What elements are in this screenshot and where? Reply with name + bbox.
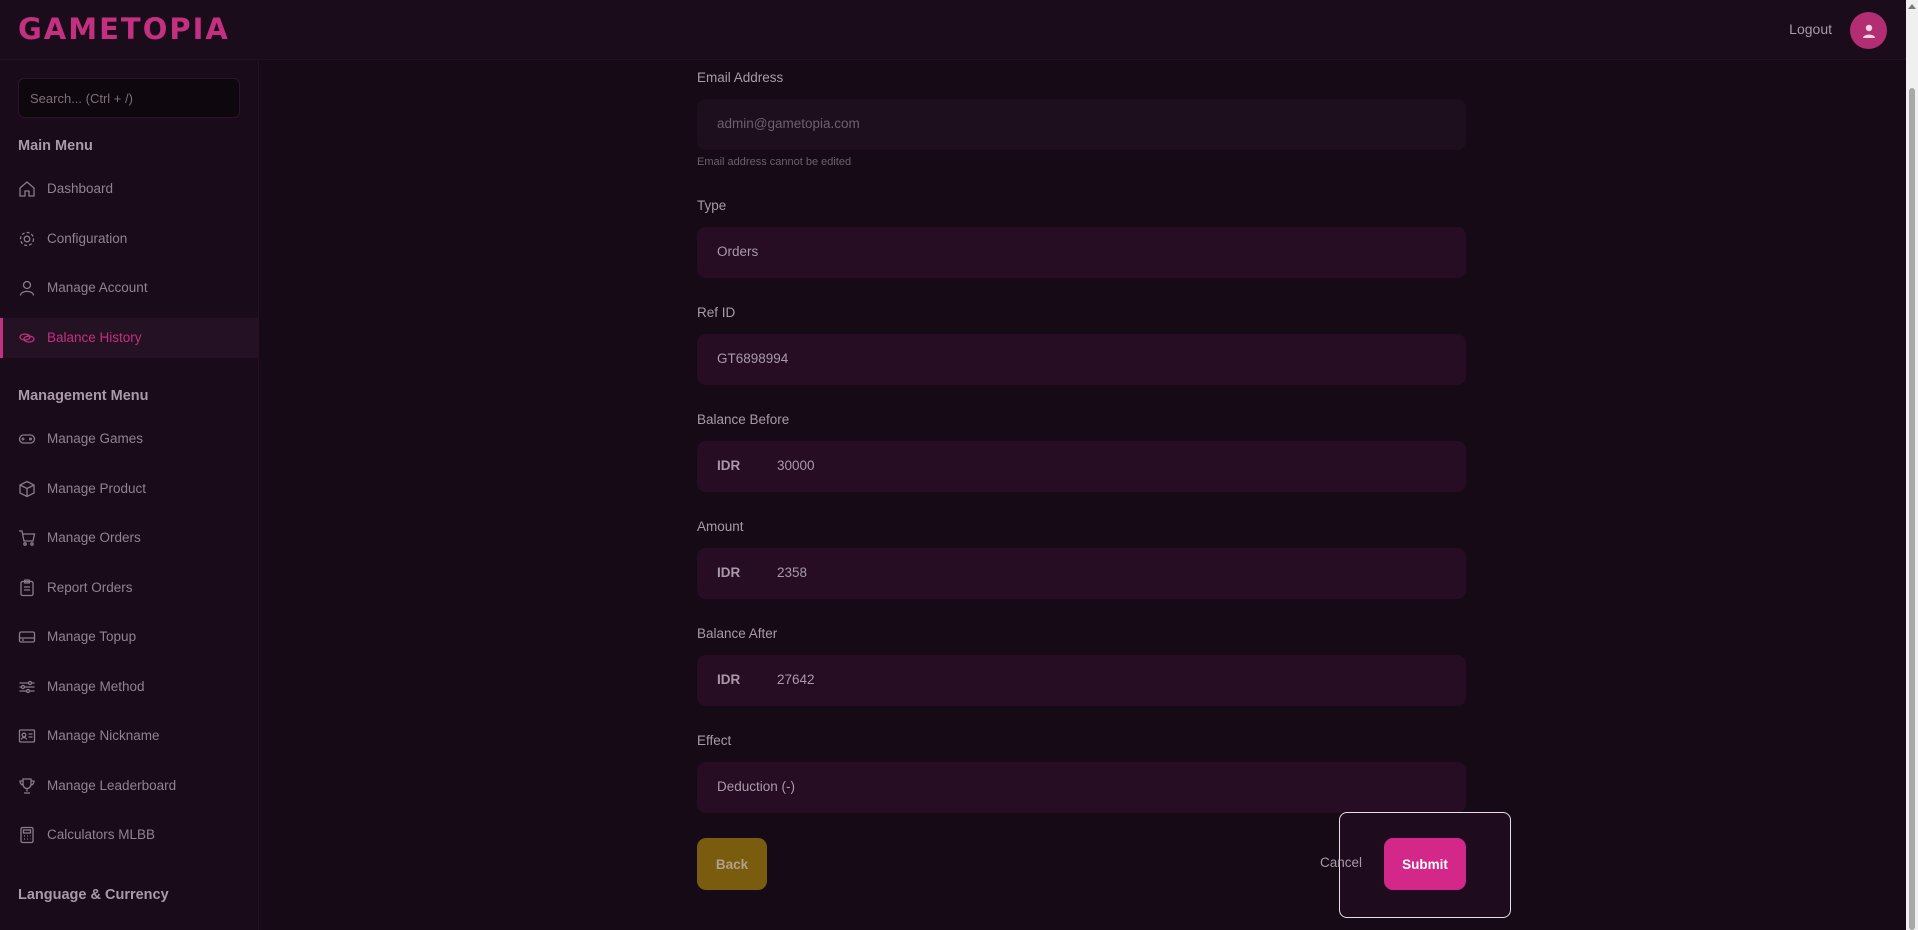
sidebar-item-label: Manage Topup bbox=[47, 629, 137, 644]
gamepad-icon bbox=[18, 430, 36, 448]
currency-prefix: IDR bbox=[717, 565, 741, 580]
amount-label: Amount bbox=[697, 519, 744, 534]
sidebar-item-label: Manage Games bbox=[47, 431, 144, 446]
trophy-icon bbox=[18, 777, 36, 795]
main-menu-title: Main Menu bbox=[18, 138, 93, 154]
sidebar-item-manage-topup[interactable]: Manage Topup bbox=[0, 617, 258, 657]
sidebar-item-manage-orders[interactable]: Manage Orders bbox=[0, 518, 258, 558]
calculator-icon bbox=[18, 826, 36, 844]
ref-id-value: GT6898994 bbox=[717, 351, 789, 366]
sidebar-item-label: Manage Orders bbox=[47, 530, 141, 545]
email-hint: Email address cannot be edited bbox=[697, 156, 852, 168]
sidebar-item-manage-games[interactable]: Manage Games bbox=[0, 419, 258, 459]
id-card-icon bbox=[18, 727, 36, 745]
card-icon bbox=[18, 628, 36, 646]
sidebar-item-manage-nickname[interactable]: Manage Nickname bbox=[0, 716, 258, 756]
sidebar-item-label: Manage Product bbox=[47, 481, 147, 496]
sidebar-item-label: Manage Leaderboard bbox=[47, 778, 177, 793]
sidebar-item-label: Dashboard bbox=[47, 181, 114, 196]
sidebar-item-dashboard[interactable]: Dashboard bbox=[0, 169, 258, 209]
language-currency-title: Language & Currency bbox=[18, 887, 169, 903]
balance-after-label: Balance After bbox=[697, 626, 778, 641]
page-scrollbar[interactable] bbox=[1906, 0, 1918, 930]
sidebar-item-label: Balance History bbox=[47, 330, 142, 345]
sidebar: Main Menu Dashboard Configuration Manage… bbox=[0, 60, 259, 930]
sidebar-item-configuration[interactable]: Configuration bbox=[0, 219, 258, 259]
sidebar-item-report-orders[interactable]: Report Orders bbox=[0, 568, 258, 608]
sidebar-item-manage-method[interactable]: Manage Method bbox=[0, 667, 258, 707]
sidebar-item-calculators-mlbb[interactable]: Calculators MLBB bbox=[0, 815, 258, 855]
currency-prefix: IDR bbox=[717, 672, 741, 687]
logout-link[interactable]: Logout bbox=[1789, 21, 1832, 37]
box-icon bbox=[18, 480, 36, 498]
coins-icon bbox=[18, 329, 36, 347]
balance-before-value: 30000 bbox=[777, 458, 815, 473]
balance-before-field[interactable]: IDR 30000 bbox=[697, 441, 1466, 492]
sidebar-item-balance-history[interactable]: Balance History bbox=[0, 318, 258, 358]
sidebar-item-label: Manage Account bbox=[47, 280, 148, 295]
email-label: Email Address bbox=[697, 70, 784, 85]
sidebar-item-label: Configuration bbox=[47, 231, 128, 246]
type-label: Type bbox=[697, 198, 727, 213]
amount-value: 2358 bbox=[777, 565, 808, 580]
sidebar-item-label: Manage Nickname bbox=[47, 728, 160, 743]
cart-icon bbox=[18, 529, 36, 547]
sliders-icon bbox=[18, 678, 36, 696]
amount-field[interactable]: IDR 2358 bbox=[697, 548, 1466, 599]
ref-id-field[interactable]: GT6898994 bbox=[697, 334, 1466, 385]
avatar[interactable] bbox=[1850, 12, 1887, 49]
sidebar-item-label: Manage Method bbox=[47, 679, 145, 694]
email-field: admin@gametopia.com bbox=[697, 99, 1466, 150]
balance-after-value: 27642 bbox=[777, 672, 815, 687]
gear-icon bbox=[18, 230, 36, 248]
management-menu-title: Management Menu bbox=[18, 388, 149, 404]
scrollbar-thumb[interactable] bbox=[1909, 88, 1915, 930]
cancel-button[interactable]: Cancel bbox=[1320, 855, 1362, 870]
back-button[interactable]: Back bbox=[697, 838, 767, 890]
effect-value: Deduction (-) bbox=[717, 779, 796, 794]
home-icon bbox=[18, 180, 36, 198]
sidebar-item-manage-product[interactable]: Manage Product bbox=[0, 469, 258, 509]
balance-before-label: Balance Before bbox=[697, 412, 790, 427]
sidebar-item-manage-account[interactable]: Manage Account bbox=[0, 268, 258, 308]
balance-after-field[interactable]: IDR 27642 bbox=[697, 655, 1466, 706]
scroll-up-icon[interactable] bbox=[1908, 4, 1916, 9]
type-value: Orders bbox=[717, 244, 759, 259]
currency-prefix: IDR bbox=[717, 458, 741, 473]
search-input[interactable] bbox=[18, 78, 240, 118]
user-icon bbox=[1862, 24, 1875, 38]
submit-button[interactable]: Submit bbox=[1384, 838, 1466, 890]
effect-field[interactable]: Deduction (-) bbox=[697, 762, 1466, 813]
email-value: admin@gametopia.com bbox=[717, 116, 860, 131]
effect-label: Effect bbox=[697, 733, 732, 748]
sidebar-item-label: Report Orders bbox=[47, 580, 133, 595]
sidebar-item-label: Calculators MLBB bbox=[47, 827, 156, 842]
sidebar-item-manage-leaderboard[interactable]: Manage Leaderboard bbox=[0, 766, 258, 806]
clipboard-icon bbox=[18, 579, 36, 597]
top-header: GAMETOPIA Logout bbox=[0, 0, 1906, 60]
ref-id-label: Ref ID bbox=[697, 305, 736, 320]
type-field[interactable]: Orders bbox=[697, 227, 1466, 278]
brand-logo[interactable]: GAMETOPIA bbox=[18, 12, 230, 46]
user-icon bbox=[18, 279, 36, 297]
